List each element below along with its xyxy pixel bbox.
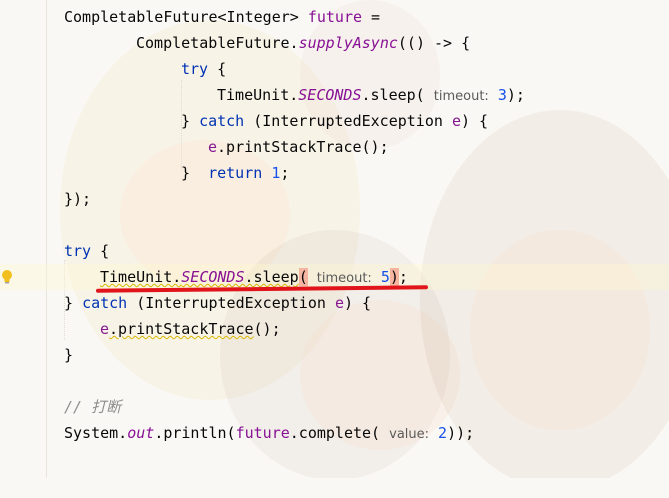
code-editor[interactable]: CompletableFuture<Integer> future = Comp…: [0, 0, 669, 478]
code-line-6: e.printStackTrace();: [208, 138, 389, 156]
code-line-10: try {: [64, 242, 110, 260]
code-line-1: CompletableFuture<Integer> future =: [64, 8, 381, 26]
code-line-3: try {: [181, 60, 227, 78]
parameter-hint: timeout:: [316, 271, 372, 286]
code-line-8: });: [64, 190, 92, 208]
parameter-hint: timeout:: [433, 89, 489, 104]
code-line-2: CompletableFuture.supplyAsync(() -> {: [136, 34, 471, 52]
code-line-7: } return 1;: [181, 164, 290, 182]
code-comment: // 打断: [64, 398, 122, 416]
code-line-14: }: [64, 346, 74, 364]
code-line-5: } catch (InterruptedException e) {: [181, 112, 489, 130]
code-line-17: System.out.println(future.complete( valu…: [64, 424, 475, 442]
code-line-13: e.printStackTrace();: [100, 320, 281, 338]
lightbulb-icon[interactable]: [1, 269, 13, 285]
code-line-12: } catch (InterruptedException e) {: [64, 294, 372, 312]
matched-paren-open: (: [298, 268, 308, 286]
parameter-hint: value:: [389, 427, 430, 442]
code-line-16: // 打断: [0, 394, 669, 420]
matched-paren-close: ): [389, 268, 399, 286]
code-line-4: TimeUnit.SECONDS.sleep( timeout: 3);: [217, 86, 525, 104]
